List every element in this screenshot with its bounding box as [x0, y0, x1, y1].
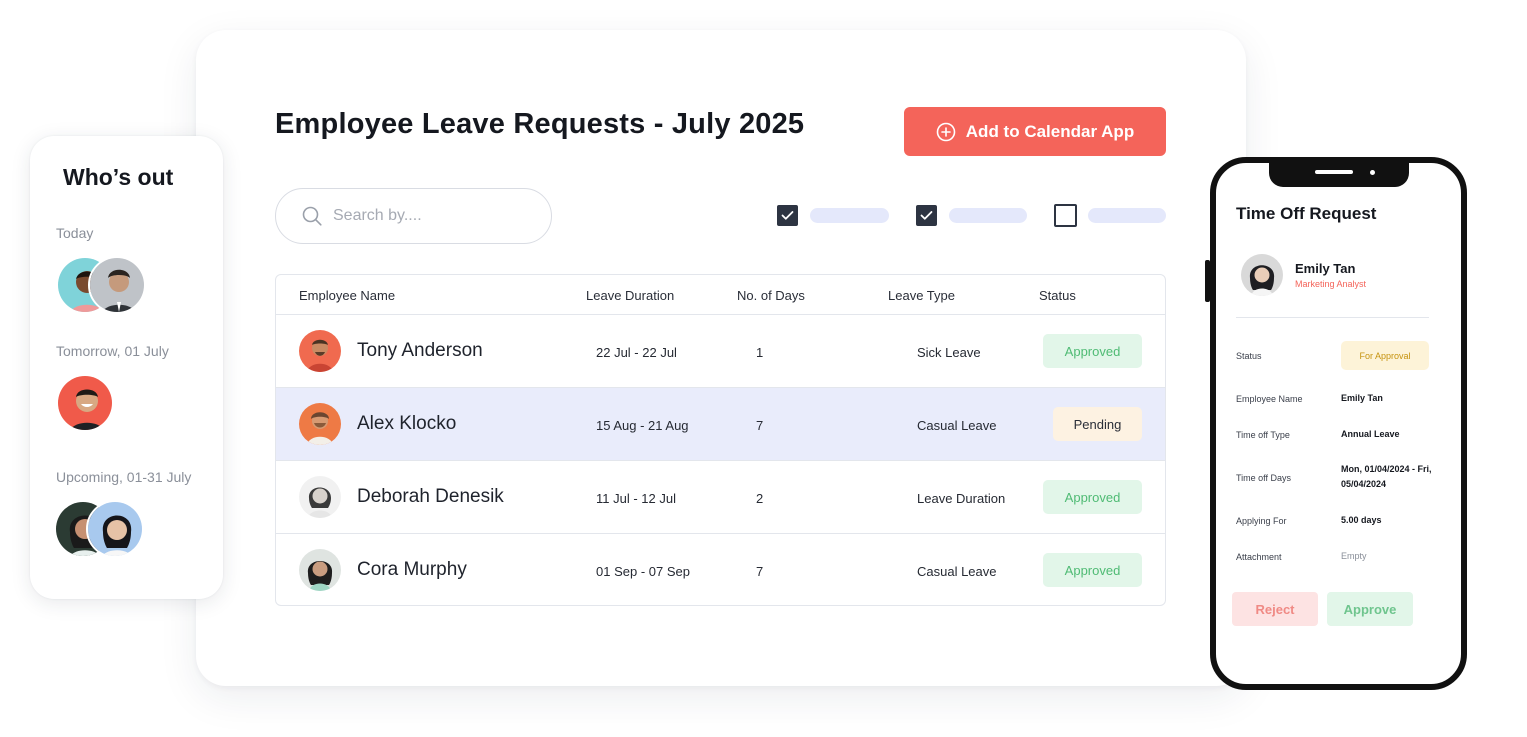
- today-label: Today: [56, 225, 94, 241]
- field-value: Mon, 01/04/2024 - Fri, 05/04/2024: [1341, 464, 1432, 489]
- search-input[interactable]: [333, 207, 523, 225]
- table-row[interactable]: Deborah Denesik 11 Jul - 12 Jul 2 Leave …: [276, 461, 1165, 534]
- time-off-request-title: Time Off Request: [1236, 204, 1377, 223]
- approve-button[interactable]: Approve: [1327, 592, 1413, 626]
- avatar: [299, 403, 341, 445]
- employee-name: Deborah Denesik: [357, 486, 504, 507]
- filter-checkbox-2[interactable]: [916, 205, 937, 226]
- field-value: Emily Tan: [1341, 393, 1383, 403]
- employee-name: Tony Anderson: [357, 340, 483, 361]
- header-employee-name: Employee Name: [299, 288, 396, 303]
- no-of-days: 2: [756, 491, 764, 506]
- header-no-of-days: No. of Days: [737, 288, 805, 303]
- tomorrow-label: Tomorrow, 01 July: [56, 343, 169, 359]
- status-badge: Approved: [1043, 480, 1142, 514]
- header-status: Status: [1039, 288, 1076, 303]
- whos-out-card: Who’s out Today Tomorrow, 01 July Upcomi…: [30, 136, 223, 599]
- leave-duration: 15 Aug - 21 Aug: [596, 418, 689, 433]
- status-badge: Pending: [1053, 407, 1142, 441]
- leave-duration: 01 Sep - 07 Sep: [596, 564, 690, 579]
- phone-notch: [1269, 161, 1409, 187]
- phone-mockup: Time Off Request Emily Tan Marketing Ana…: [1210, 157, 1467, 690]
- table-row[interactable]: Tony Anderson 22 Jul - 22 Jul 1 Sick Lea…: [276, 315, 1165, 388]
- employee-name: Emily Tan: [1295, 261, 1356, 276]
- filter-checkbox-1[interactable]: [777, 205, 798, 226]
- filter-label-2: [949, 208, 1027, 223]
- field-value: 5.00 days: [1341, 515, 1382, 525]
- leave-duration: 22 Jul - 22 Jul: [596, 345, 677, 360]
- avatar: [299, 330, 341, 372]
- search-box[interactable]: [275, 188, 552, 244]
- field-label: Applying For: [1236, 516, 1287, 526]
- employee-name: Alex Klocko: [357, 413, 457, 434]
- leave-duration: 11 Jul - 12 Jul: [596, 491, 676, 506]
- speaker-icon: [1315, 170, 1353, 174]
- reject-button[interactable]: Reject: [1232, 592, 1318, 626]
- avatar: [1241, 254, 1283, 296]
- header-leave-duration: Leave Duration: [586, 288, 675, 303]
- leave-type: Sick Leave: [917, 345, 981, 360]
- employee-role: Marketing Analyst: [1295, 279, 1367, 289]
- avatar: [299, 476, 341, 518]
- plus-circle-icon: [936, 122, 956, 142]
- table-row[interactable]: Alex Klocko 15 Aug - 21 Aug 7 Casual Lea…: [276, 388, 1165, 461]
- employee-name: Cora Murphy: [357, 559, 467, 580]
- add-to-calendar-label: Add to Calendar App: [965, 121, 1135, 141]
- check-icon: [920, 211, 933, 220]
- avatar: [56, 374, 114, 432]
- status-badge: Approved: [1043, 553, 1142, 587]
- field-label: Employee Name: [1236, 394, 1303, 404]
- field-label: Time off Days: [1236, 473, 1292, 483]
- whos-out-title: Who’s out: [63, 164, 174, 190]
- status-badge: For Approval: [1341, 341, 1429, 370]
- status-label: Status: [1236, 351, 1262, 361]
- filter-label-3: [1088, 208, 1166, 223]
- avatar: [86, 500, 144, 558]
- check-icon: [781, 211, 794, 220]
- avatar: [88, 256, 146, 314]
- search-icon: [301, 205, 323, 227]
- table-header: Employee Name Leave Duration No. of Days…: [276, 275, 1165, 315]
- filter-checkbox-3[interactable]: [1054, 204, 1077, 227]
- status-badge: Approved: [1043, 334, 1142, 368]
- avatar: [299, 549, 341, 591]
- field-value: Empty: [1341, 551, 1367, 561]
- page-title: Employee Leave Requests - July 2025: [275, 108, 805, 140]
- add-to-calendar-button[interactable]: Add to Calendar App: [904, 107, 1166, 156]
- camera-icon: [1370, 170, 1375, 175]
- field-label: Time off Type: [1236, 430, 1290, 440]
- leave-type: Leave Duration: [917, 491, 1006, 506]
- leave-requests-table: Employee Name Leave Duration No. of Days…: [275, 274, 1166, 606]
- no-of-days: 7: [756, 564, 764, 579]
- header-leave-type: Leave Type: [888, 288, 955, 303]
- table-row[interactable]: Cora Murphy 01 Sep - 07 Sep 7 Casual Lea…: [276, 534, 1165, 605]
- no-of-days: 1: [756, 345, 764, 360]
- leave-type: Casual Leave: [917, 564, 997, 579]
- field-value: Annual Leave: [1341, 429, 1400, 439]
- upcoming-label: Upcoming, 01-31 July: [56, 469, 192, 485]
- divider: [1236, 317, 1429, 318]
- leave-type: Casual Leave: [917, 418, 997, 433]
- filter-label-1: [810, 208, 889, 223]
- field-label: Attachment: [1236, 552, 1282, 562]
- no-of-days: 7: [756, 418, 764, 433]
